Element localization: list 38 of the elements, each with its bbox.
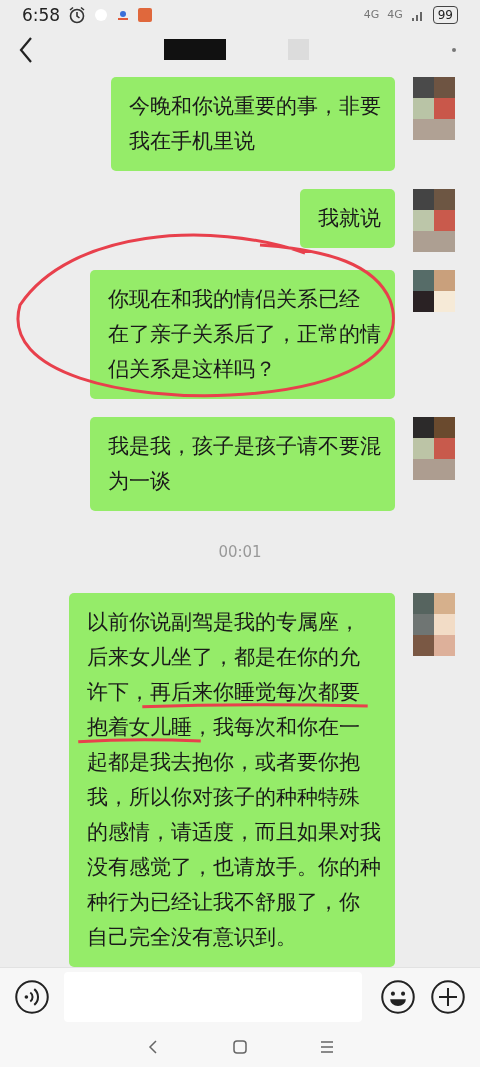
redaction-block [164, 39, 226, 61]
message-line: 我在手机里说 [129, 127, 256, 155]
notification-icon [138, 7, 153, 22]
message-line: 以前你说副驾是我的专属座， [87, 608, 361, 636]
alarm-icon [68, 5, 87, 24]
home-icon[interactable] [232, 1038, 248, 1055]
message-line: 在了亲子关系后了，正常的情 [108, 320, 381, 348]
emoji-icon[interactable] [380, 979, 416, 1016]
voice-icon[interactable] [14, 979, 50, 1016]
message-line: 后来女儿坐了，都是在你的允 [87, 643, 361, 671]
plus-icon[interactable] [430, 979, 466, 1016]
message-line: 侣关系是这样吗？ [108, 355, 277, 383]
message-line: 今晚和你说重要的事，非要 [129, 92, 381, 120]
clock-time: 6:58 [22, 4, 61, 25]
message-line: 起都是我去抱你，或者要你抱 [87, 748, 361, 776]
mosaic-avatar[interactable] [413, 416, 455, 480]
battery-indicator: 99 [432, 5, 458, 24]
network-label: 4G [363, 8, 380, 22]
more-icon[interactable] [452, 47, 456, 52]
mosaic-avatar[interactable] [413, 269, 455, 312]
message-line: 自己完全没有意识到。 [87, 923, 298, 951]
back-icon[interactable] [18, 35, 34, 64]
message-line: 为一谈 [108, 467, 172, 495]
message-text: 许下， [87, 679, 150, 704]
message-line: 我是我，孩子是孩子请不要混 [108, 432, 381, 460]
network-label: 4G [387, 8, 403, 22]
message-line: 你现在和我的情侣关系已经 [108, 285, 361, 313]
message-line: 没有感觉了，也请放手。你的种 [87, 853, 381, 881]
message-text: 再后来你睡觉每次都要 [150, 679, 360, 704]
message-text: ，我每次和你在一 [192, 714, 360, 739]
mosaic-avatar[interactable] [413, 188, 455, 252]
message-line: 种行为已经让我不舒服了，你 [87, 888, 361, 916]
timestamp: 00:01 [218, 542, 262, 561]
message-text: 抱着女儿睡 [87, 714, 192, 739]
message-line: 的感情，请适度，而且如果对我 [87, 818, 381, 846]
message-line: 我，所以你对孩子的种种特殊 [87, 783, 361, 811]
message-line: 我就说 [318, 204, 381, 232]
menu-icon[interactable] [318, 1038, 335, 1055]
